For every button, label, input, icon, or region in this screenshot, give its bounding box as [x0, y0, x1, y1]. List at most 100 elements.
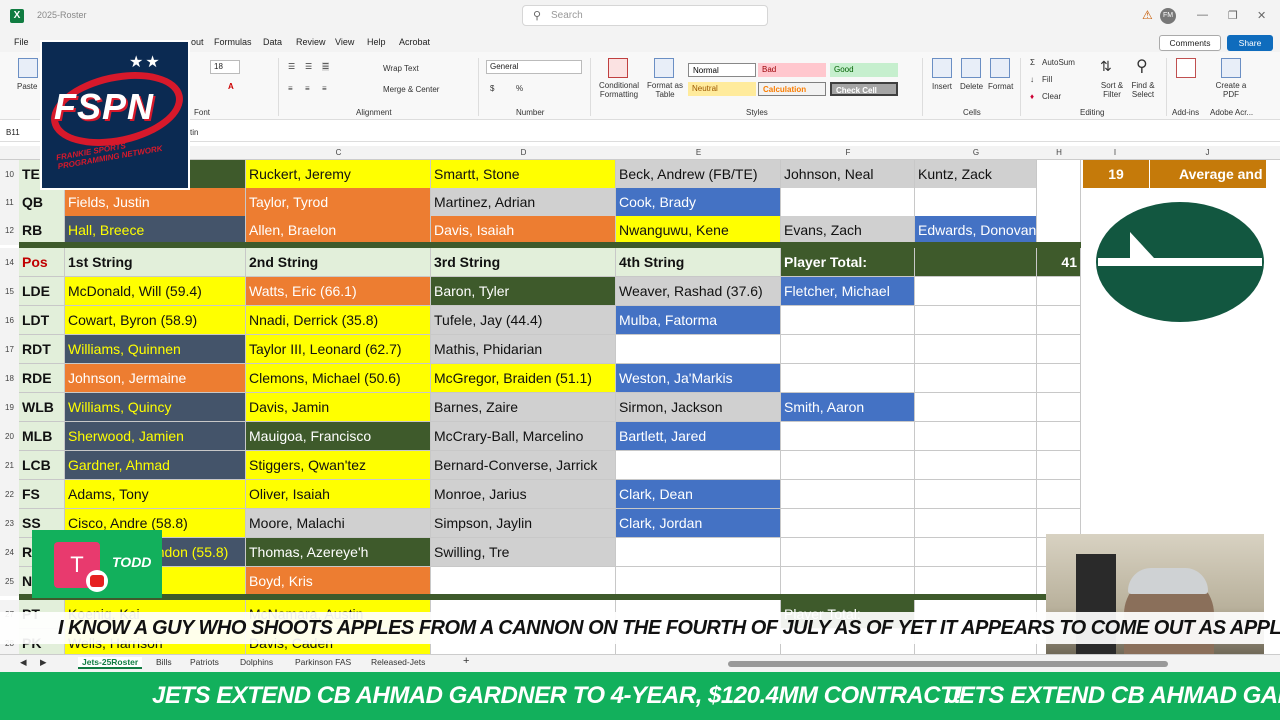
table-cell[interactable] [781, 306, 915, 335]
format-cells-icon[interactable] [990, 58, 1010, 78]
column-header-i[interactable]: I [1081, 146, 1149, 160]
table-cell[interactable]: Player Total: [781, 248, 915, 277]
table-cell[interactable] [616, 335, 781, 364]
merge-center-button[interactable]: Merge & Center [383, 85, 439, 94]
table-cell[interactable]: Monroe, Jarius [431, 480, 616, 509]
row-header[interactable]: 25 [0, 567, 19, 596]
autosum-icon[interactable]: Σ [1030, 58, 1035, 67]
clear-icon[interactable]: ♦ [1030, 92, 1034, 101]
row-header[interactable]: 21 [0, 451, 19, 480]
format-as-table-icon[interactable] [654, 58, 674, 78]
sheet-tab-jets-roster[interactable]: Jets-25Roster [78, 657, 143, 669]
table-cell[interactable]: Hall, Breece [65, 216, 246, 245]
table-cell[interactable] [616, 538, 781, 567]
row-header[interactable]: 16 [0, 306, 19, 335]
table-cell[interactable]: 41 [1037, 248, 1081, 277]
column-header-e[interactable]: E [616, 146, 781, 160]
table-cell[interactable]: Smith, Aaron [781, 393, 915, 422]
table-cell[interactable] [915, 335, 1037, 364]
table-cell[interactable]: Pos [19, 248, 65, 277]
style-check-cell[interactable]: Check Cell [830, 82, 898, 96]
table-cell[interactable] [1037, 364, 1081, 393]
avatar[interactable]: FM [1160, 8, 1176, 24]
table-cell[interactable]: Clemons, Michael (50.6) [246, 364, 431, 393]
column-header-h[interactable]: H [1037, 146, 1081, 160]
row-header[interactable]: 10 [0, 160, 19, 189]
table-cell[interactable]: Bernard-Converse, Jarrick [431, 451, 616, 480]
table-cell[interactable] [915, 188, 1037, 217]
table-cell[interactable] [1037, 188, 1081, 217]
table-cell[interactable]: Johnson, Neal [781, 160, 915, 189]
table-cell[interactable]: Simpson, Jaylin [431, 509, 616, 538]
table-cell[interactable]: Sherwood, Jamien [65, 422, 246, 451]
table-cell[interactable]: Cowart, Byron (58.9) [65, 306, 246, 335]
table-cell[interactable] [781, 335, 915, 364]
sort-filter-icon[interactable]: ⇅ [1100, 58, 1112, 75]
table-cell[interactable]: FS [19, 480, 65, 509]
table-cell[interactable] [915, 277, 1037, 306]
table-cell[interactable]: Oliver, Isaiah [246, 480, 431, 509]
table-cell[interactable]: RDT [19, 335, 65, 364]
table-cell[interactable]: Sirmon, Jackson [616, 393, 781, 422]
table-cell[interactable]: Mathis, Phidarian [431, 335, 616, 364]
delete-cells-icon[interactable] [961, 58, 981, 78]
insert-cells-icon[interactable] [932, 58, 952, 78]
table-cell[interactable]: Kuntz, Zack [915, 160, 1037, 189]
close-icon[interactable]: ✕ [1257, 9, 1266, 22]
table-cell[interactable]: Clark, Jordan [616, 509, 781, 538]
table-cell[interactable]: 4th String [616, 248, 781, 277]
table-cell[interactable] [616, 451, 781, 480]
fill-icon[interactable]: ↓ [1030, 75, 1034, 84]
clear-button[interactable]: Clear [1042, 92, 1061, 101]
table-cell[interactable] [1037, 306, 1081, 335]
table-cell[interactable] [915, 509, 1037, 538]
sort-filter-button[interactable]: Sort & Filter [1098, 81, 1126, 99]
table-cell[interactable]: McGregor, Braiden (51.1) [431, 364, 616, 393]
row-header[interactable]: 15 [0, 277, 19, 306]
row-header[interactable]: 19 [0, 393, 19, 422]
table-cell[interactable]: Edwards, Donovan [915, 216, 1037, 245]
table-cell[interactable] [915, 567, 1037, 596]
conditional-formatting-button[interactable]: Conditional Formatting [597, 81, 641, 99]
table-cell[interactable]: RDE [19, 364, 65, 393]
table-cell[interactable]: Watts, Eric (66.1) [246, 277, 431, 306]
table-cell[interactable]: Adams, Tony [65, 480, 246, 509]
style-bad[interactable]: Bad [758, 63, 826, 77]
menu-acrobat[interactable]: Acrobat [399, 37, 430, 47]
search-input[interactable]: ⚲ Search [522, 5, 768, 26]
tab-prev-icon[interactable]: ◀ [20, 657, 27, 668]
row-header[interactable]: 23 [0, 509, 19, 538]
comments-button[interactable]: Comments [1159, 35, 1221, 51]
table-cell[interactable]: Weaver, Rashad (37.6) [616, 277, 781, 306]
number-format-select[interactable]: General [486, 60, 582, 74]
table-cell[interactable] [915, 538, 1037, 567]
menu-review[interactable]: Review [296, 37, 326, 47]
table-cell[interactable]: Taylor, Tyrod [246, 188, 431, 217]
minimize-icon[interactable]: — [1197, 9, 1208, 21]
format-as-table-button[interactable]: Format as Table [646, 81, 684, 99]
table-cell[interactable] [915, 480, 1037, 509]
table-cell[interactable] [915, 248, 1037, 277]
column-header-f[interactable]: F [781, 146, 915, 160]
row-header[interactable]: 14 [0, 248, 19, 277]
table-cell[interactable]: Evans, Zach [781, 216, 915, 245]
table-cell[interactable]: QB [19, 188, 65, 217]
font-size-select[interactable]: 18 [210, 60, 240, 74]
warning-icon[interactable]: ⚠ [1142, 8, 1153, 22]
table-cell[interactable]: Allen, Braelon [246, 216, 431, 245]
find-icon[interactable]: ⚲ [1136, 56, 1148, 76]
side-number-cell[interactable]: 19 [1083, 160, 1149, 188]
menu-help[interactable]: Help [367, 37, 386, 47]
table-cell[interactable]: Beck, Andrew (FB/TE) [616, 160, 781, 189]
table-cell[interactable] [781, 480, 915, 509]
sheet-tab-parkinson-fas[interactable]: Parkinson FAS [295, 657, 351, 667]
table-cell[interactable]: McDonald, Will (59.4) [65, 277, 246, 306]
table-cell[interactable]: LDE [19, 277, 65, 306]
table-cell[interactable] [1037, 216, 1081, 245]
table-cell[interactable]: Fields, Justin [65, 188, 246, 217]
percent-icon[interactable]: % [516, 84, 523, 93]
style-good[interactable]: Good [830, 63, 898, 77]
sheet-tab-patriots[interactable]: Patriots [190, 657, 219, 667]
sheet-tab-released-jets[interactable]: Released-Jets [371, 657, 425, 667]
table-cell[interactable] [1037, 335, 1081, 364]
